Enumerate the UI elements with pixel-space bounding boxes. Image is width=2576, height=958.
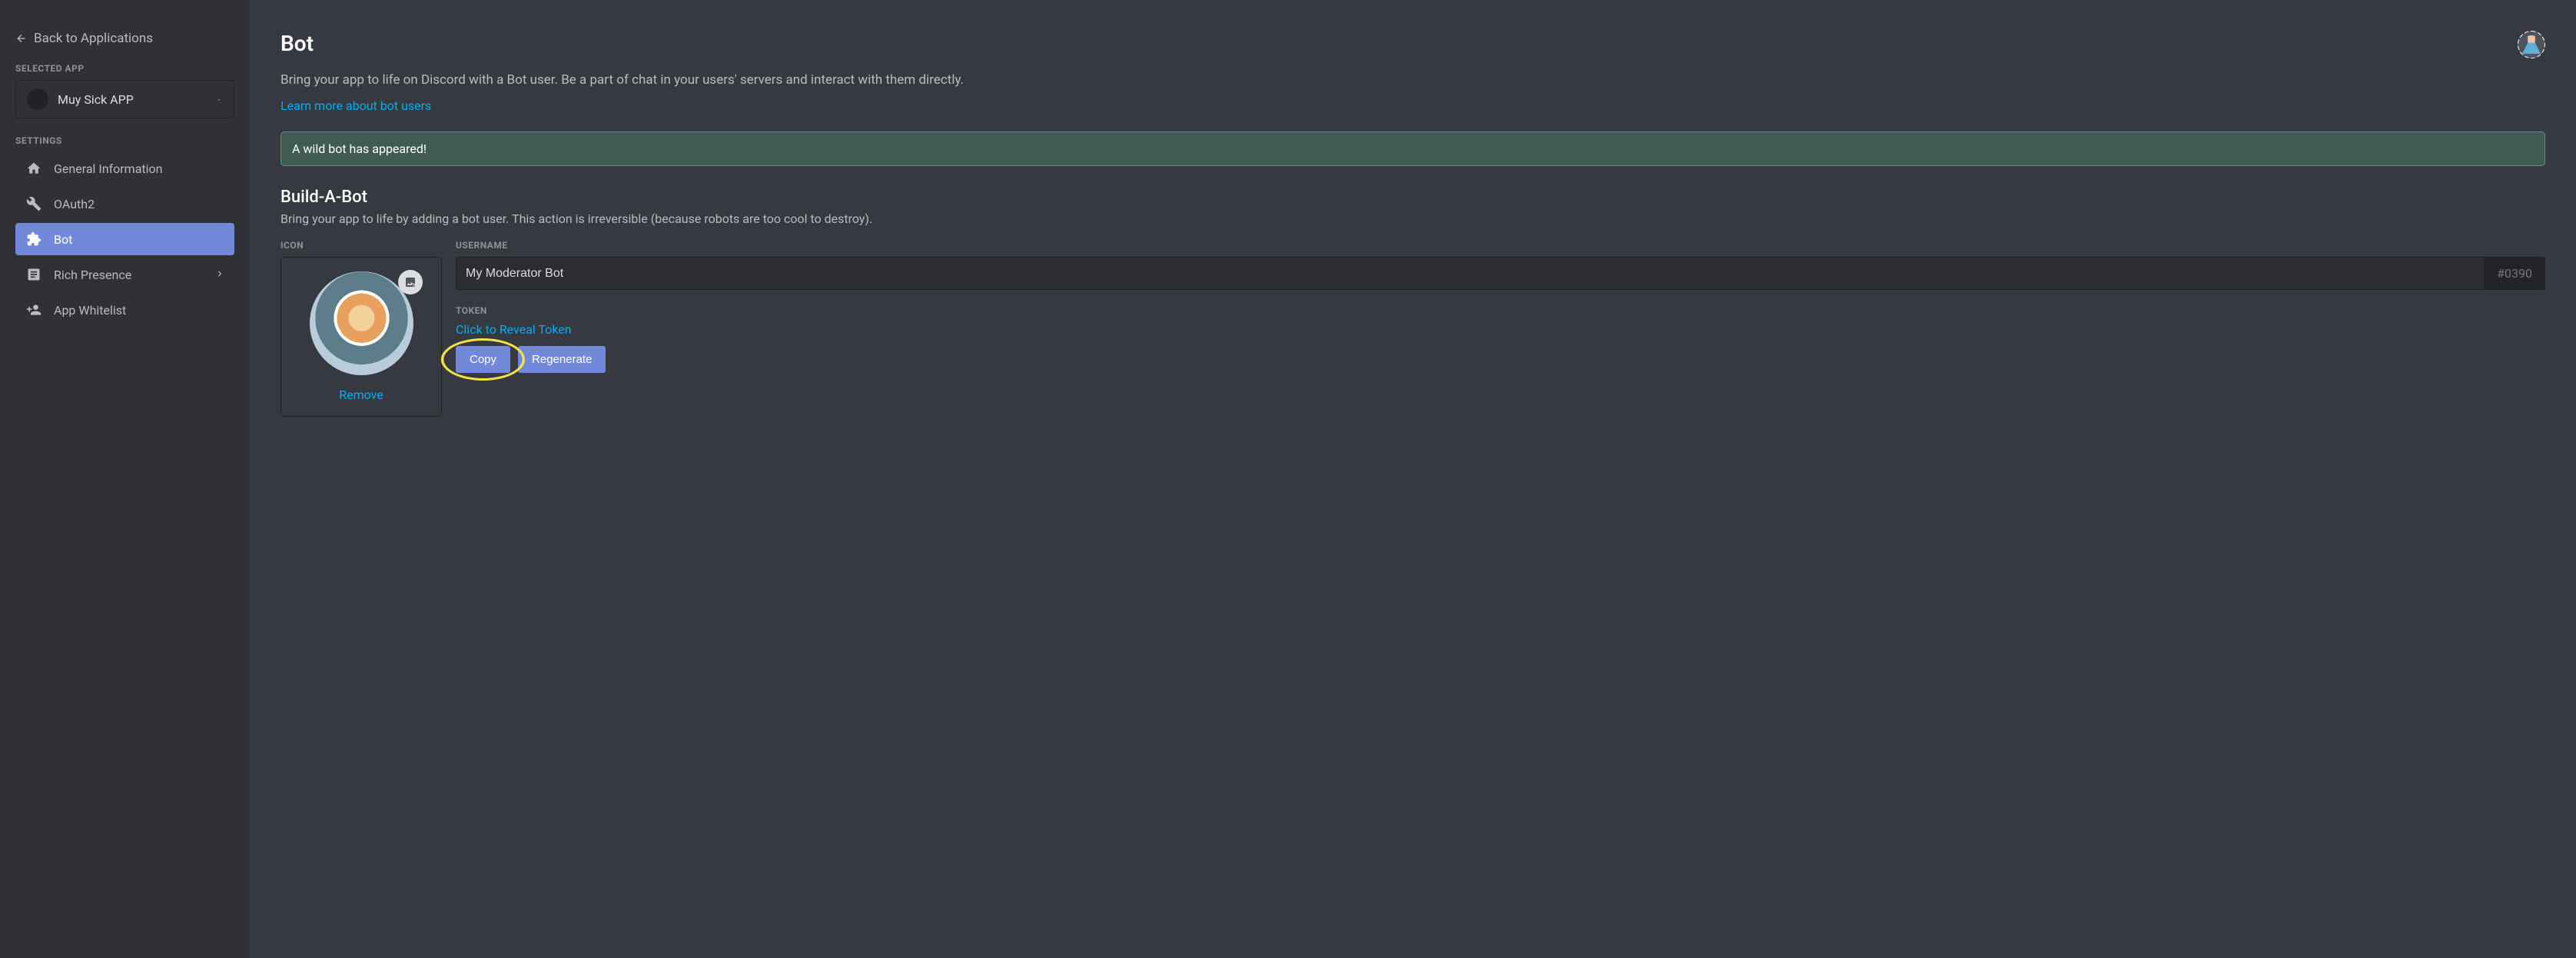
icon-field-label: ICON — [281, 240, 442, 251]
person-add-icon — [25, 301, 43, 319]
regenerate-token-button[interactable]: Regenerate — [518, 346, 606, 373]
sidebar: Back to Applications SELECTED APP Muy Si… — [0, 0, 250, 958]
build-a-bot-desc: Bring your app to life by adding a bot u… — [281, 211, 2545, 226]
build-a-bot-title: Build-A-Bot — [281, 188, 2545, 207]
app-avatar — [27, 88, 48, 110]
wrench-icon — [25, 195, 43, 213]
document-icon — [25, 265, 43, 284]
icon-upload-box[interactable]: Remove — [281, 257, 442, 417]
username-field-label: USERNAME — [456, 240, 2545, 251]
icon-section: ICON Remove — [281, 240, 442, 417]
nav-bot[interactable]: Bot — [15, 223, 234, 255]
settings-label: SETTINGS — [15, 135, 234, 146]
nav-general-information[interactable]: General Information — [15, 152, 234, 185]
arrow-left-icon — [15, 32, 28, 45]
app-selector-dropdown[interactable]: Muy Sick APP — [15, 80, 234, 118]
back-to-applications-link[interactable]: Back to Applications — [15, 31, 234, 46]
username-input-wrap: #0390 — [456, 257, 2545, 290]
back-label: Back to Applications — [34, 31, 153, 46]
bot-avatar-image — [310, 271, 413, 375]
page-title: Bot — [281, 31, 314, 56]
reveal-token-link[interactable]: Click to Reveal Token — [456, 322, 572, 337]
nav-app-whitelist[interactable]: App Whitelist — [15, 294, 234, 326]
caret-down-icon — [215, 92, 223, 107]
username-section: USERNAME #0390 TOKEN Click to Reveal Tok… — [456, 240, 2545, 373]
app-name: Muy Sick APP — [58, 92, 215, 107]
nav-oauth2[interactable]: OAuth2 — [15, 188, 234, 220]
copy-token-button[interactable]: Copy — [456, 346, 510, 373]
upload-image-icon[interactable] — [398, 270, 423, 294]
puzzle-icon — [25, 230, 43, 248]
main-content: Bot Bring your app to life on Discord wi… — [250, 0, 2576, 958]
token-field-label: TOKEN — [456, 305, 2545, 316]
discriminator: #0390 — [2484, 258, 2544, 289]
home-icon — [25, 159, 43, 178]
selected-app-label: SELECTED APP — [15, 63, 234, 74]
nav-label: OAuth2 — [54, 197, 95, 211]
nav-rich-presence[interactable]: Rich Presence — [15, 258, 234, 291]
username-input[interactable] — [456, 258, 2484, 289]
nav-label: Rich Presence — [54, 268, 131, 282]
nav-label: Bot — [54, 232, 72, 247]
chevron-right-icon — [214, 268, 225, 282]
learn-more-link[interactable]: Learn more about bot users — [281, 98, 431, 113]
page-description: Bring your app to life on Discord with a… — [281, 72, 2545, 88]
remove-icon-link[interactable]: Remove — [339, 388, 383, 402]
copy-highlight-annotation: Copy — [456, 346, 510, 373]
success-banner: A wild bot has appeared! — [281, 131, 2545, 166]
nav-label: General Information — [54, 161, 163, 176]
nav-label: App Whitelist — [54, 303, 126, 318]
user-avatar[interactable] — [2518, 31, 2545, 58]
